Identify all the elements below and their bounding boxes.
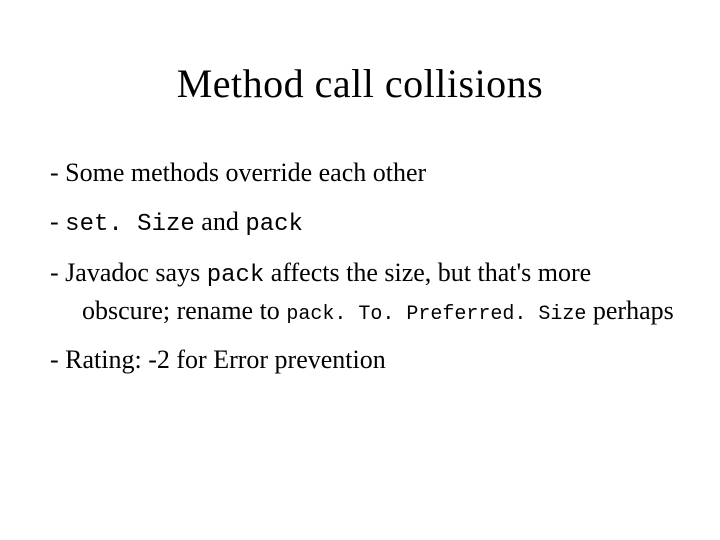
bullet-item: Rating: -2 for Error prevention xyxy=(50,342,680,377)
bullet-text: Rating: -2 for Error prevention xyxy=(65,345,386,374)
slide: Method call collisions Some methods over… xyxy=(0,0,720,540)
bullet-text: Some methods override each other xyxy=(65,158,426,187)
bullet-text: Javadoc says xyxy=(65,258,207,287)
bullet-item: Javadoc says pack affects the size, but … xyxy=(50,255,680,327)
slide-title: Method call collisions xyxy=(40,60,680,107)
bullet-item: set. Size and pack xyxy=(50,204,680,241)
bullet-item: Some methods override each other xyxy=(50,155,680,190)
bullet-text: and xyxy=(195,207,246,236)
code-token: pack xyxy=(207,262,265,289)
code-token: pack xyxy=(245,211,303,238)
bullet-list: Some methods override each other set. Si… xyxy=(40,155,680,377)
bullet-text: perhaps xyxy=(586,296,673,325)
code-token: pack. To. Preferred. Size xyxy=(286,303,586,326)
code-token: set. Size xyxy=(65,211,195,238)
